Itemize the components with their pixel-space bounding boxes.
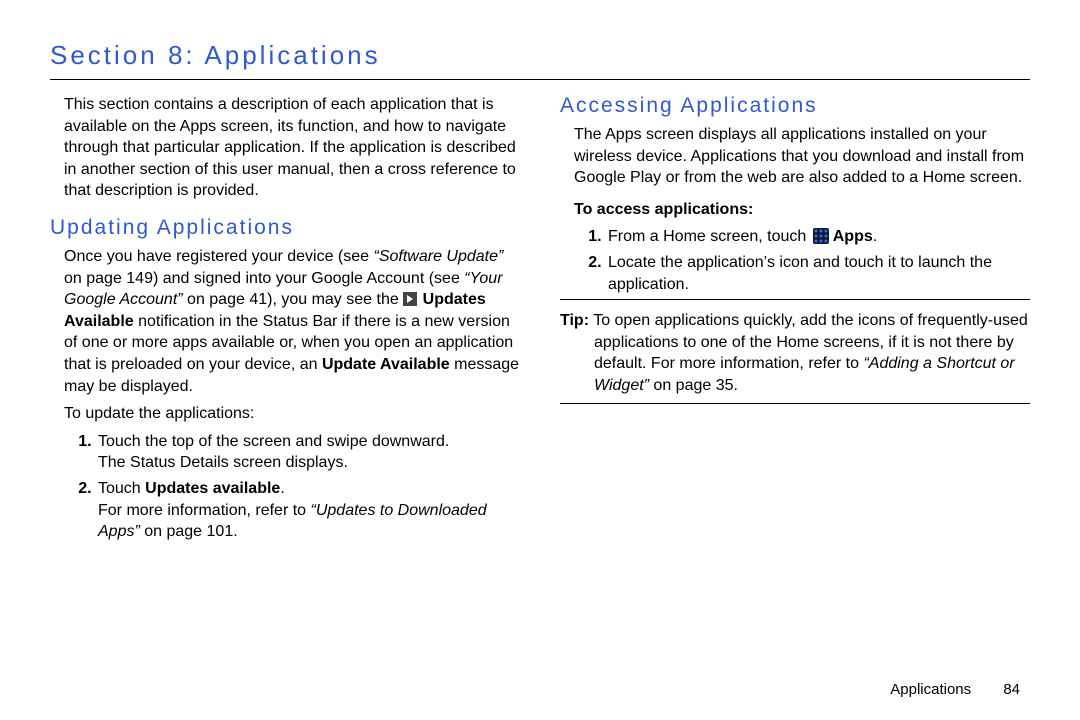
intro-paragraph: This section contains a description of e… (50, 94, 520, 202)
update-steps-list: Touch the top of the screen and swipe do… (50, 431, 520, 543)
access-step-2: Locate the application’s icon and touch … (606, 252, 1030, 295)
text: on page 149) and signed into your Google… (64, 270, 464, 287)
right-column: Accessing Applications The Apps screen d… (560, 90, 1030, 547)
access-step-1: From a Home screen, touch Apps. (606, 226, 1030, 248)
two-column-layout: This section contains a description of e… (50, 90, 1030, 547)
apps-grid-icon (813, 228, 829, 244)
text: on page 41), you may see the (183, 291, 404, 308)
update-step-1: Touch the top of the screen and swipe do… (96, 431, 520, 474)
footer-page-number: 84 (1003, 681, 1020, 698)
updates-available-action: Updates available (145, 480, 280, 497)
step-subtext: The Status Details screen displays. (98, 452, 520, 474)
access-label: To access applications: (560, 199, 1030, 221)
update-step-2: Touch Updates available. For more inform… (96, 478, 520, 543)
manual-page: Section 8: Applications This section con… (0, 0, 1080, 720)
step-text-post: . (873, 228, 877, 245)
tip-label: Tip: (560, 312, 589, 329)
apps-label: Apps (833, 228, 873, 245)
footer-section-name: Applications (890, 681, 971, 698)
update-available-label: Update Available (322, 356, 450, 373)
tip-rule-bottom (560, 403, 1030, 404)
accessing-apps-paragraph: The Apps screen displays all application… (560, 124, 1030, 189)
step-text-post: . (280, 480, 284, 497)
text: For more information, refer to (98, 502, 311, 519)
step-text: Touch the top of the screen and swipe do… (98, 433, 449, 450)
play-store-icon (403, 292, 417, 306)
tip-rule-top (560, 299, 1030, 300)
title-rule (50, 79, 1030, 80)
step-more-info: For more information, refer to “Updates … (98, 500, 520, 543)
updating-apps-paragraph: Once you have registered your device (se… (50, 246, 520, 397)
accessing-apps-heading: Accessing Applications (560, 94, 1030, 118)
step-text-pre: Touch (98, 480, 145, 497)
text: on page 101. (140, 523, 238, 540)
access-steps-list: From a Home screen, touch Apps. Locate t… (560, 226, 1030, 295)
text: Once you have registered your device (se… (64, 248, 374, 265)
step-text-pre: From a Home screen, touch (608, 228, 811, 245)
page-footer: Applications 84 (890, 681, 1020, 698)
left-column: This section contains a description of e… (50, 90, 520, 547)
ref-software-update: “Software Update” (374, 248, 504, 265)
updating-apps-heading: Updating Applications (50, 216, 520, 240)
tip-paragraph: Tip: To open applications quickly, add t… (560, 310, 1030, 396)
section-title: Section 8: Applications (50, 40, 1030, 71)
update-lead-in: To update the applications: (50, 403, 520, 425)
tip-body-end: on page 35. (649, 377, 738, 394)
